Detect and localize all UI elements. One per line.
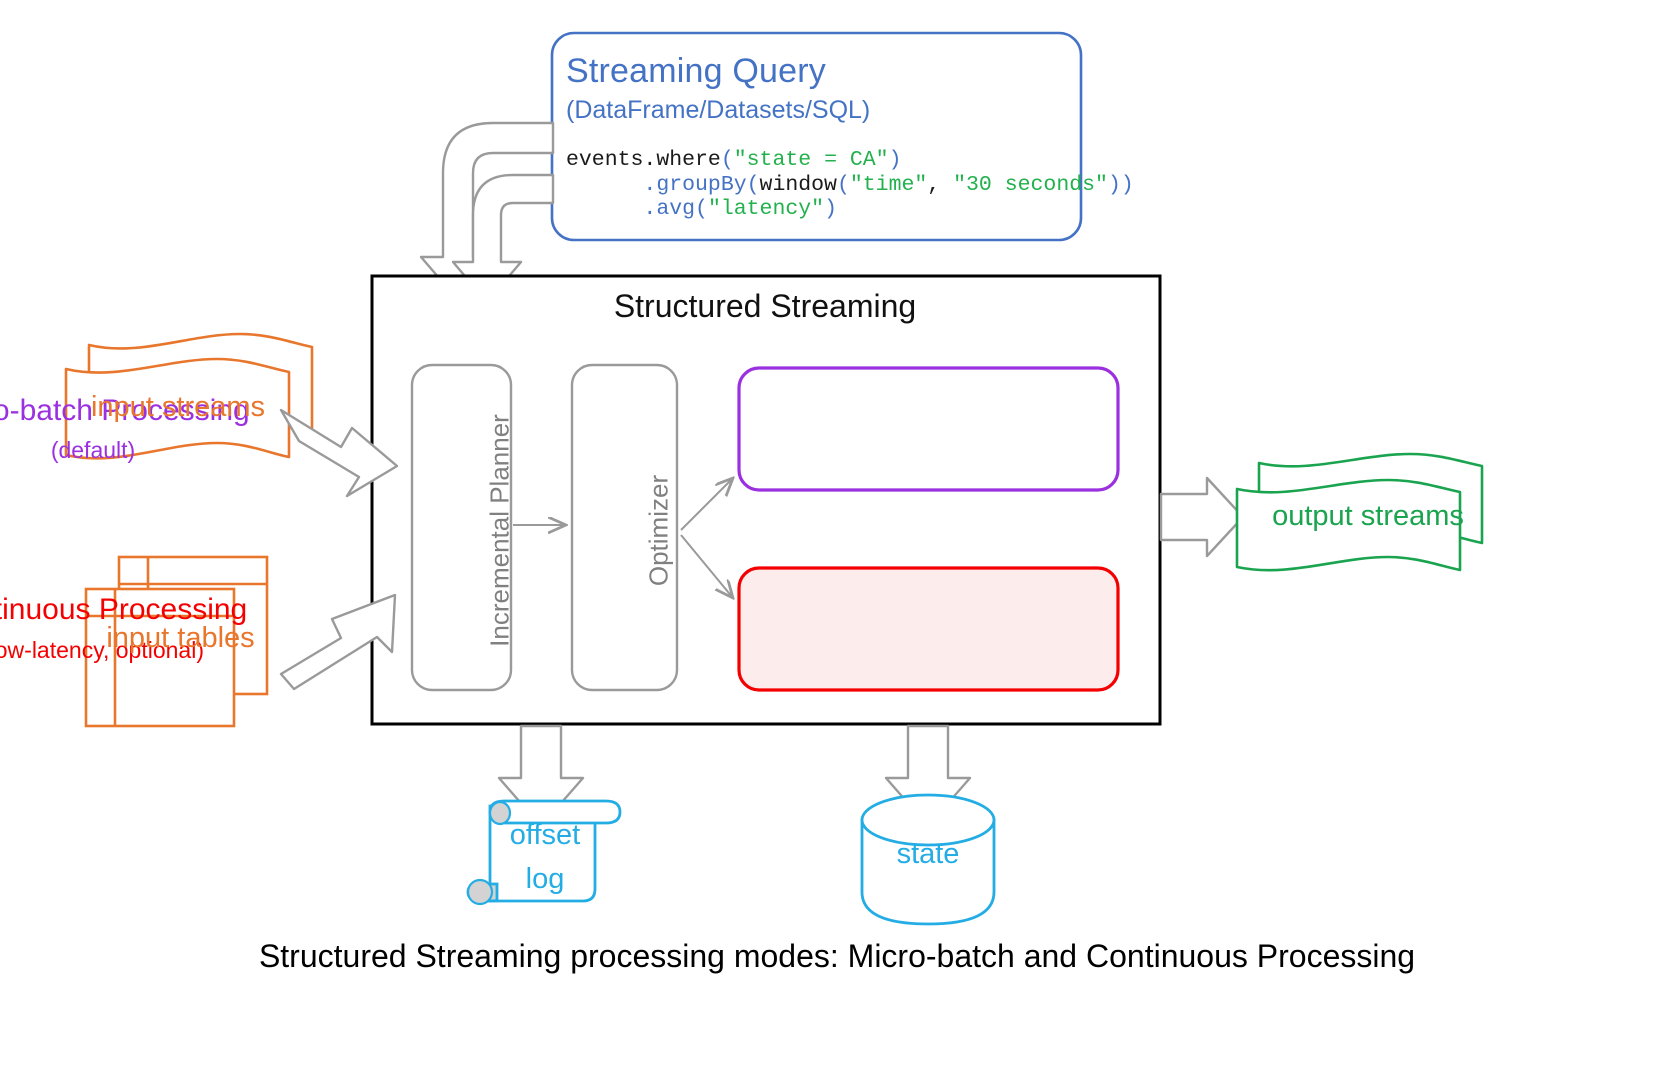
output-streams-label: output streams	[1272, 500, 1464, 532]
offset-log-label: offset log	[509, 819, 581, 895]
code-token: ,	[927, 172, 954, 197]
continuous-processing-box	[737, 566, 1120, 692]
code-token: )	[824, 197, 837, 221]
code-token: )	[888, 148, 902, 172]
code-token: (	[836, 172, 850, 197]
code-token: .where	[643, 148, 721, 172]
code-token: .avg	[643, 197, 696, 221]
micro-batch-box	[737, 366, 1120, 492]
micro-batch-subtitle-text: (default)	[50, 437, 136, 463]
code-token: (	[695, 197, 708, 221]
input-tables-label: input tables	[106, 622, 255, 654]
code-token: (	[720, 148, 734, 172]
engine-to-output-arrow	[1159, 476, 1245, 558]
code-token: ))	[1107, 172, 1134, 197]
streaming-query-code: events.where("state = CA") .groupBy(wind…	[566, 148, 1134, 222]
streaming-query-subtitle: (DataFrame/Datasets/SQL)	[566, 96, 871, 124]
streaming-query-title: Streaming Query	[566, 52, 826, 90]
code-token: "state = CA"	[733, 148, 889, 172]
code-token: events	[566, 148, 644, 172]
figure-caption: Structured Streaming processing modes: M…	[258, 938, 1416, 974]
state-label: state	[896, 838, 960, 870]
code-token: (	[746, 172, 760, 197]
micro-batch-subtitle: (default)	[0, 437, 1674, 464]
input-streams-label: input streams	[90, 391, 266, 423]
code-token: "30 seconds"	[953, 172, 1108, 197]
code-token: "time"	[849, 172, 928, 197]
structured-streaming-title: Structured Streaming	[0, 288, 1674, 325]
code-token: .groupBy	[643, 172, 747, 197]
code-token: "latency"	[707, 197, 825, 221]
structured-streaming-title-text: Structured Streaming	[613, 288, 917, 324]
diagram-canvas: Streaming Query (DataFrame/Datasets/SQL)…	[0, 0, 1674, 1085]
code-token: window	[759, 172, 837, 197]
